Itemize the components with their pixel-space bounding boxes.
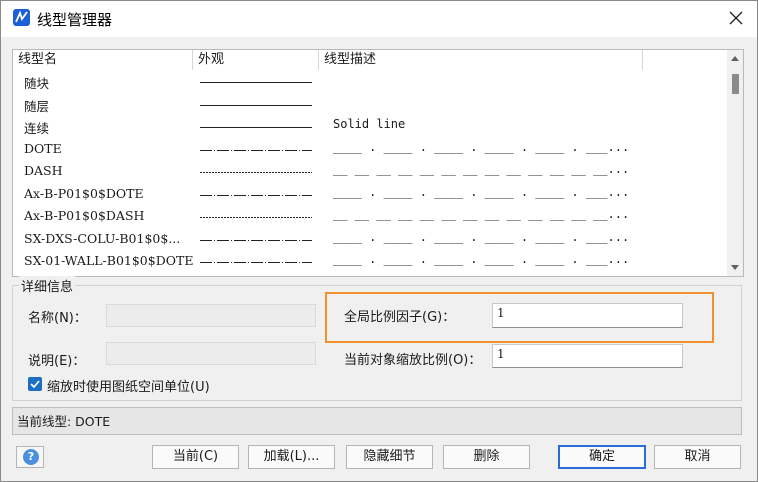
linetype-description: ____ . ____ . ____ . ____ . ____ . ___..… [333, 184, 630, 199]
paper-space-label[interactable]: 缩放时使用图纸空间单位(U) [47, 376, 210, 395]
table-row[interactable]: Ax-B-P01$0$DOTE ____ . ____ . ____ . ____… [13, 183, 727, 206]
linetype-name: SX-DXS-COLU-B01$0$... [24, 230, 181, 246]
scroll-thumb[interactable] [732, 74, 739, 94]
linetype-appearance-preview [200, 127, 312, 128]
linetype-description: ____ . ____ . ____ . ____ . ____ . ___..… [333, 139, 630, 154]
linetype-description: ____ . ____ . ____ . ____ . ____ . ___..… [333, 229, 630, 244]
checkmark-icon [30, 380, 40, 389]
description-field [106, 342, 316, 365]
object-scale-input[interactable]: 1 [492, 344, 683, 368]
linetype-description: Solid line [333, 117, 406, 131]
cancel-button[interactable]: 取消 [654, 445, 741, 469]
column-header-appearance[interactable]: 外观 [193, 50, 319, 70]
status-text: 当前线型: DOTE [17, 414, 111, 429]
table-row[interactable]: 连续 Solid line [13, 115, 727, 138]
hide-details-button[interactable]: 隐藏细节 [346, 445, 433, 469]
table-row[interactable]: DASH __ __ __ __ __ __ __ __ __ __ __ __ … [13, 160, 727, 183]
linetype-description: ____ . ____ . ____ . ____ . ____ . ___..… [333, 252, 630, 266]
linetype-appearance-preview [200, 104, 312, 106]
title-bar: 线型管理器 [1, 1, 757, 37]
linetype-name: 随块 [24, 76, 50, 91]
linetype-description: __ __ __ __ __ __ __ __ __ __ __ __ __..… [333, 207, 630, 221]
linetype-name: 连续 [24, 121, 50, 136]
current-button[interactable]: 当前(C) [152, 445, 239, 469]
details-legend: 详细信息 [19, 276, 76, 295]
close-button[interactable] [721, 4, 751, 32]
linetype-name: 随层 [24, 98, 50, 114]
name-label: 名称(N)： [28, 311, 87, 326]
column-header-name[interactable]: 线型名 [13, 50, 193, 70]
description-label: 说明(E)： [28, 354, 86, 369]
table-row[interactable]: SX-DXS-COLU-B01$0$... ____ . ____ . ____ … [13, 228, 727, 251]
linetype-appearance-preview [200, 262, 312, 263]
load-button[interactable]: 加载(L)... [248, 445, 335, 469]
linetype-name: SX-01-WALL-B01$0$DOTE [24, 253, 194, 268]
table-row[interactable]: DOTE ____ . ____ . ____ . ____ . ____ . _… [13, 138, 727, 161]
close-icon [729, 11, 743, 25]
linetype-name: DASH [24, 163, 63, 178]
help-icon: ? [23, 449, 39, 465]
table-row[interactable]: 随层 [13, 93, 727, 116]
linetype-list[interactable]: 线型名 外观 线型描述 随块随层连续 Solid line DOTE ____ . _… [12, 49, 744, 277]
table-row[interactable]: Ax-B-P01$0$DASH __ __ __ __ __ __ __ __ _… [13, 205, 727, 228]
paper-space-checkbox[interactable] [28, 377, 42, 391]
linetype-appearance-preview [200, 82, 312, 83]
ok-button[interactable]: 确定 [558, 445, 646, 469]
scroll-up-icon[interactable] [731, 56, 739, 61]
linetype-name: Ax-B-P01$0$DOTE [24, 185, 144, 201]
list-header: 线型名 外观 线型描述 [13, 50, 727, 70]
linetype-name: Ax-B-P01$0$DASH [24, 208, 145, 223]
window-title: 线型管理器 [37, 11, 113, 29]
linetype-appearance-preview [200, 172, 312, 173]
linetype-appearance-preview [200, 217, 312, 218]
linetype-appearance-preview [200, 194, 312, 196]
scroll-down-icon[interactable] [731, 265, 739, 270]
linetype-name: DOTE [24, 140, 62, 156]
linetype-rows: 随块随层连续 Solid line DOTE ____ . ____ . ____ .… [13, 70, 727, 273]
current-linetype-status: 当前线型: DOTE [12, 407, 742, 435]
linetype-description: __ __ __ __ __ __ __ __ __ __ __ __ __..… [333, 162, 630, 176]
app-icon [13, 9, 30, 26]
linetype-manager-dialog: 线型管理器 线型名 外观 线型描述 随块随层连续 Solid line DOTE __… [0, 0, 758, 482]
global-scale-label: 全局比例因子(G)： [344, 310, 456, 325]
linetype-appearance-preview [200, 239, 312, 241]
table-row[interactable]: 随块 [13, 70, 727, 93]
delete-button[interactable]: 删除 [443, 445, 530, 469]
global-scale-input[interactable]: 1 [492, 303, 683, 328]
object-scale-label: 当前对象缩放比例(O)： [344, 353, 482, 368]
help-button[interactable]: ? [16, 446, 44, 468]
name-field [106, 304, 316, 327]
linetype-appearance-preview [200, 149, 312, 151]
table-row[interactable]: SX-01-WALL-B01$0$DOTE ____ . ____ . ____ … [13, 250, 727, 273]
list-scrollbar[interactable] [727, 50, 743, 276]
column-header-description[interactable]: 线型描述 [319, 50, 643, 70]
